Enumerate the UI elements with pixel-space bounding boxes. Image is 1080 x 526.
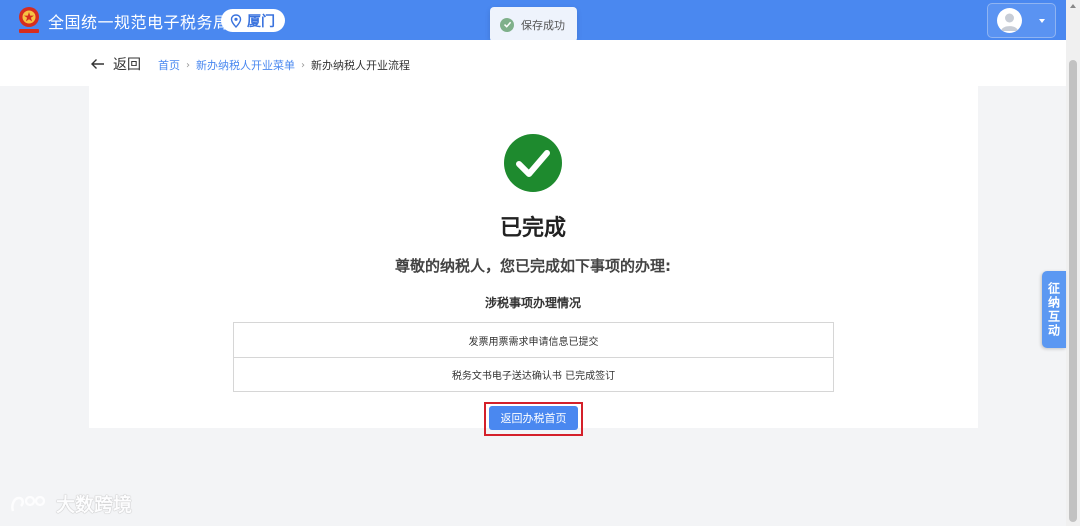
- result-table: 发票用票需求申请信息已提交 税务文书电子送达确认书 已完成签订: [233, 322, 834, 392]
- avatar: [997, 8, 1022, 33]
- user-icon: [1001, 13, 1018, 31]
- watermark-text: 大数跨境: [56, 494, 133, 516]
- completion-subtitle: 尊敬的纳税人，您已完成如下事项的办理:: [394, 257, 671, 275]
- toast-message: 保存成功: [521, 18, 565, 32]
- success-check-icon: [504, 134, 562, 192]
- back-label: 返回: [113, 57, 141, 73]
- section-title: 涉税事项办理情况: [484, 296, 581, 310]
- watermark: 大数跨境: [10, 490, 132, 517]
- app-title: 全国统一规范电子税务局: [48, 13, 230, 32]
- city-selector[interactable]: 厦门: [221, 9, 285, 32]
- city-label: 厦门: [247, 13, 275, 30]
- breadcrumb: 首页 › 新办纳税人开业菜单 › 新办纳税人开业流程: [158, 57, 410, 73]
- toast-check-icon: [500, 17, 514, 32]
- tax-emblem-icon: [19, 7, 39, 33]
- arrow-left-icon: [91, 59, 104, 69]
- breadcrumb-menu[interactable]: 新办纳税人开业菜单: [196, 57, 295, 73]
- watermark-logo-icon: [11, 495, 46, 511]
- interaction-side-tab[interactable]: 征纳互动: [1042, 271, 1066, 348]
- side-tab-label: 征纳互动: [1046, 281, 1061, 338]
- breadcrumb-current: 新办纳税人开业流程: [311, 59, 410, 72]
- save-success-toast: 保存成功: [490, 7, 577, 42]
- table-row: 发票用票需求申请信息已提交: [468, 336, 599, 348]
- return-home-button[interactable]: 返回办税首页: [489, 406, 578, 430]
- chevron-down-icon: [1039, 19, 1045, 23]
- chevron-right-icon: ›: [301, 59, 305, 71]
- scroll-up-icon[interactable]: [1070, 4, 1076, 8]
- breadcrumb-home[interactable]: 首页: [158, 57, 180, 73]
- completion-title: 已完成: [499, 216, 566, 241]
- table-row: 税务文书电子送达确认书 已完成签订: [234, 357, 833, 391]
- scrollbar-thumb[interactable]: [1069, 60, 1077, 522]
- location-pin-icon: [230, 13, 242, 28]
- back-button[interactable]: 返回: [90, 54, 141, 74]
- user-menu-button[interactable]: [987, 3, 1056, 38]
- chevron-right-icon: ›: [186, 59, 190, 71]
- page-scrollbar[interactable]: [1066, 0, 1080, 526]
